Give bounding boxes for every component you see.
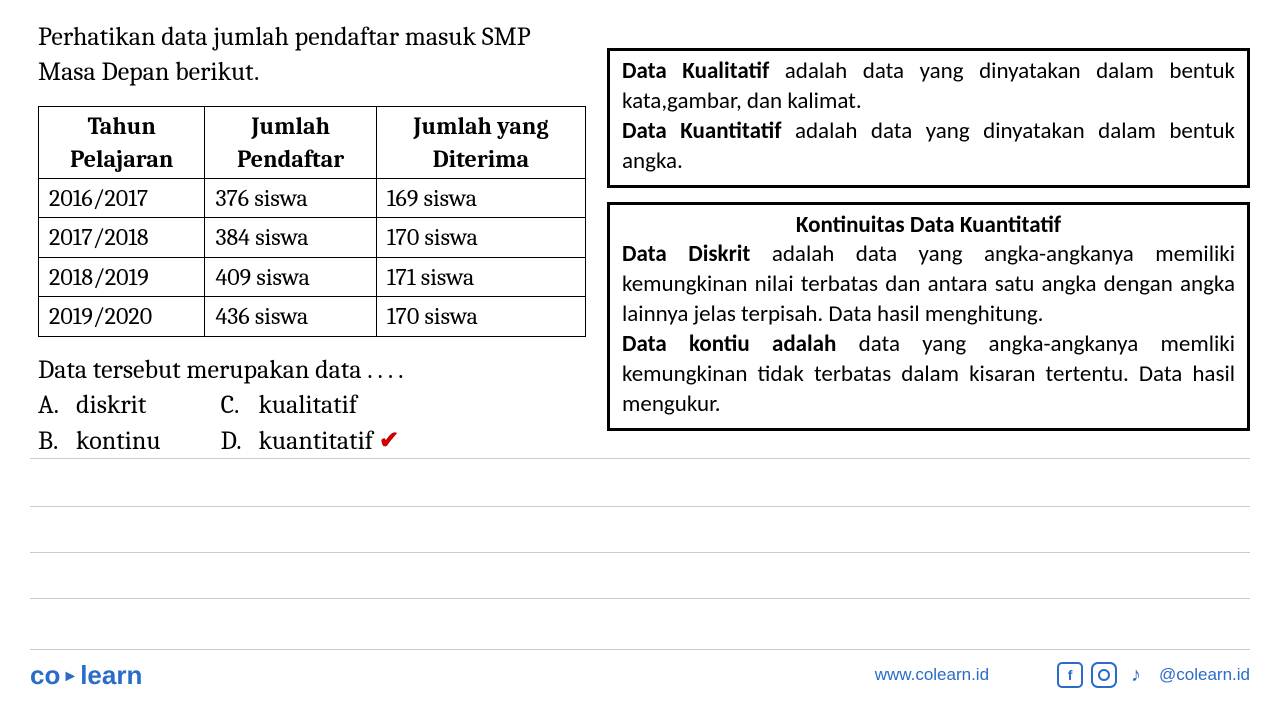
tiktok-icon: ♪ xyxy=(1125,664,1147,686)
table-row: 2019/2020436 siswa170 siswa xyxy=(39,297,586,336)
table-row: 2018/2019409 siswa171 siswa xyxy=(39,257,586,296)
footer-url: www.colearn.id xyxy=(875,665,989,685)
footer: co►learn www.colearn.id f ♪ @colearn.id xyxy=(30,649,1250,700)
th-pendaftar: JumlahPendaftar xyxy=(205,107,376,179)
check-icon: ✔ xyxy=(379,424,399,458)
rule-line xyxy=(30,506,1250,507)
option-c: C.kualitatif xyxy=(221,387,399,423)
option-b: B.kontinu xyxy=(38,423,161,459)
rule-line xyxy=(30,458,1250,459)
option-d: D.kuantitatif ✔ xyxy=(221,423,399,459)
option-a: A.diskrit xyxy=(38,387,161,423)
th-diterima: Jumlah yangDiterima xyxy=(376,107,585,179)
table-row: 2017/2018384 siswa170 siswa xyxy=(39,218,586,257)
th-tahun: TahunPelajaran xyxy=(39,107,205,179)
rule-line xyxy=(30,552,1250,553)
footer-handle: @colearn.id xyxy=(1159,665,1250,685)
rule-line xyxy=(30,598,1250,599)
definition-box-1: Data Kualitatif adalah data yang dinyata… xyxy=(607,48,1250,188)
logo: co►learn xyxy=(30,660,142,691)
definition-box-2: Kontinuitas Data Kuantitatif Data Diskri… xyxy=(607,202,1250,431)
table-row: 2016/2017376 siswa169 siswa xyxy=(39,178,586,217)
options: A.diskrit B.kontinu C.kualitatif D.kuant… xyxy=(38,387,587,460)
question-text: Data tersebut merupakan data . . . . xyxy=(38,355,587,385)
facebook-icon: f xyxy=(1057,662,1083,688)
data-table: TahunPelajaran JumlahPendaftar Jumlah ya… xyxy=(38,106,586,336)
intro-text: Perhatikan data jumlah pendaftar masuk S… xyxy=(38,20,587,90)
instagram-icon xyxy=(1091,662,1117,688)
